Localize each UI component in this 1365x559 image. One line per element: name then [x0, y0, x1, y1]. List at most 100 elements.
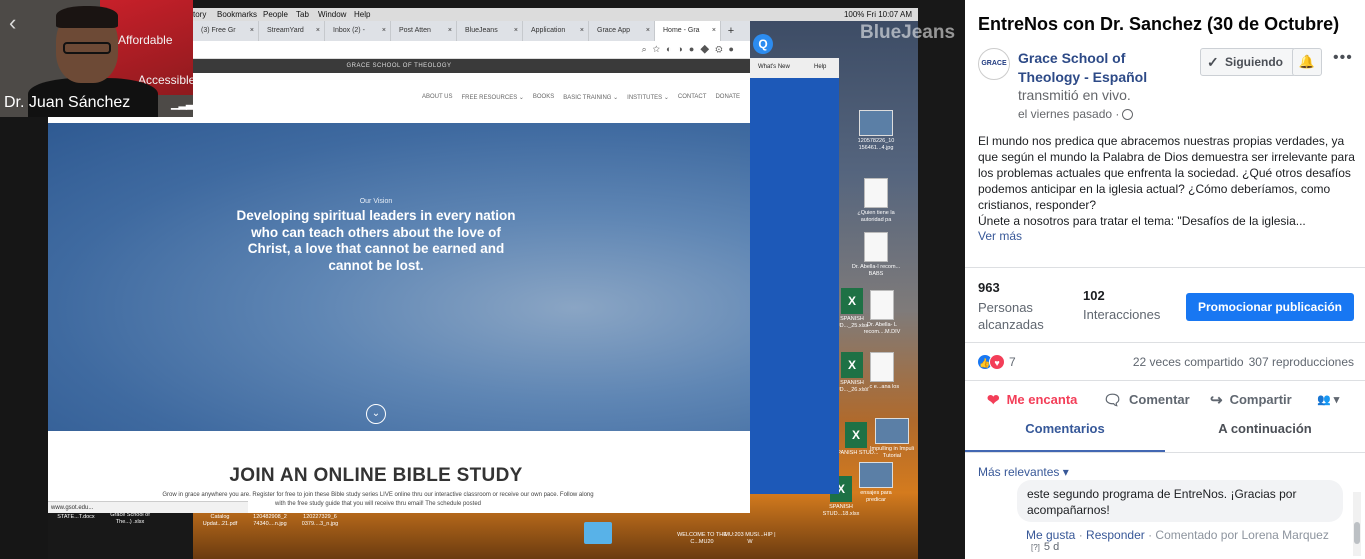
- hero-kicker: Our Vision: [359, 198, 393, 205]
- signal-bars-icon: ▁▂▃▄▅: [171, 98, 193, 110]
- more-options-icon[interactable]: •••: [1333, 49, 1353, 67]
- comments-scrollbar[interactable]: [1353, 492, 1361, 556]
- reach-count: 963: [978, 280, 1000, 295]
- divider: [965, 342, 1365, 343]
- comment-reply-link[interactable]: Responder: [1086, 528, 1145, 542]
- site-nav-item: DONATE: [715, 94, 740, 100]
- browser-tab: Post Atten ×: [391, 21, 457, 41]
- share-view-stats: 22 veces compartido 307 reproducciones: [1133, 355, 1354, 369]
- menu-item: Window: [318, 10, 347, 19]
- tab-comments[interactable]: Comentarios: [965, 421, 1165, 436]
- divider: [965, 452, 1365, 453]
- comment-text: este segundo programa de EntreNos. ¡Grac…: [1027, 487, 1297, 517]
- site-hero: Our Vision Developing spiritual leaders …: [48, 123, 750, 431]
- desktop-file-icon: STATE...T.docx: [57, 514, 95, 520]
- browser-extension-icons: ⌕☆◐◑●◆⚙●: [641, 44, 740, 54]
- presenter-camera: Affordable Accessible ‹ Dr. Juan Sánchez…: [0, 0, 193, 117]
- reaction-summary[interactable]: 👍 ♥ 7: [977, 353, 1016, 371]
- desktop-file-icon: Dr. Abella- L recom....M.DIV: [856, 290, 908, 336]
- menu-item: People: [263, 10, 288, 19]
- globe-icon: [1122, 109, 1134, 120]
- site-nav-item: CONTACT: [677, 94, 707, 100]
- caret-down-icon: ▾: [1062, 465, 1069, 479]
- promote-post-button[interactable]: Promocionar publicación: [1186, 293, 1354, 321]
- desktop-file-icon: Grace School of The...) .xlsx: [110, 512, 150, 525]
- browser-tab: StreamYard ×: [259, 21, 325, 41]
- bell-icon: 🔔: [1298, 54, 1316, 69]
- hero-tagline: Developing spiritual leaders in every na…: [236, 208, 516, 273]
- browser-tab: Application ×: [523, 21, 589, 41]
- help-link: Help: [814, 64, 827, 70]
- reaction-count: 7: [1009, 354, 1016, 369]
- share-button[interactable]: ↪ Compartir: [1210, 391, 1292, 409]
- browser-tab: (3) Free Gr ×: [193, 21, 259, 41]
- screen: tory Bookmarks People Tab Window Help 10…: [0, 0, 1365, 559]
- mac-menu-bar: tory Bookmarks People Tab Window Help 10…: [193, 8, 918, 21]
- menu-item: Tab: [296, 10, 309, 19]
- chevron-left-icon: ‹: [9, 10, 17, 35]
- browser-tab-bar: (3) Free Gr × StreamYard × Inbox (2) - × Po…: [193, 21, 750, 41]
- checkmark-icon: ✓: [1207, 54, 1219, 70]
- menu-item: Help: [354, 10, 371, 19]
- menu-item: tory: [193, 10, 207, 19]
- interactions-count: 102: [1083, 288, 1105, 303]
- reach-label: Personas alcanzadas: [978, 300, 1044, 332]
- notification-bell-button[interactable]: 🔔: [1292, 48, 1322, 76]
- share-count[interactable]: 22 veces compartido: [1133, 355, 1244, 369]
- menu-item: Bookmarks: [217, 10, 258, 19]
- love-reaction-button[interactable]: ❤ Me encanta: [987, 391, 1077, 409]
- desktop-file-icon: ...c e...ana los: [856, 352, 908, 391]
- comment-actions: Me gusta · Responder · Comentado por Lor…: [1026, 528, 1329, 542]
- bluejeans-toolbar: What's New Help: [750, 58, 839, 78]
- bluejeans-logo: BlueJeans: [860, 22, 956, 43]
- divider: [965, 380, 1365, 381]
- browser-tab: Inbox (2) - ×: [325, 21, 391, 41]
- folder-icon: [572, 522, 624, 546]
- new-tab-icon: +: [727, 25, 735, 37]
- view-as-dropdown[interactable]: 👥 ▾: [1317, 393, 1339, 406]
- following-button[interactable]: ✓ Siguiendo: [1200, 48, 1296, 76]
- people-icon: 👥: [1317, 394, 1331, 406]
- site-nav-item: BOOKS: [532, 94, 555, 100]
- page-avatar[interactable]: GRACE: [978, 48, 1010, 80]
- desktop-file-icon: 120578226_10 156461...4.jpg: [850, 110, 902, 152]
- desktop-file-icon: Catalog Updat...21.pdf: [202, 514, 238, 527]
- site-nav-item: ABOUT US: [421, 94, 453, 100]
- quicktime-icon: Q: [753, 34, 773, 54]
- site-nav-item: BASIC TRAINING ⌄: [563, 95, 619, 101]
- desktop-file-icon: WELCOME TO THE C...MU20: [677, 532, 727, 545]
- live-video-player[interactable]: tory Bookmarks People Tab Window Help 10…: [0, 0, 965, 559]
- interactions-label: Interacciones: [1083, 307, 1161, 322]
- presenter-hair: [56, 6, 118, 28]
- browser-tab-active: Home - Gra ×: [655, 21, 721, 41]
- comment-author-note: Comentado por Lorena Marquez: [1155, 528, 1329, 542]
- desktop-file-icon: Impulling in Impuli Tutorial: [866, 418, 918, 460]
- whats-new-link: What's New: [758, 64, 790, 70]
- page-name-link[interactable]: Grace School of Theology - Español: [1018, 49, 1178, 87]
- site-nav-item: INSTITUTES ⌄: [627, 95, 669, 101]
- see-more-link[interactable]: Ver más: [978, 229, 1022, 243]
- presenter-name: Dr. Juan Sánchez: [4, 94, 131, 111]
- tab-up-next[interactable]: A continuación: [1165, 421, 1365, 436]
- post-timestamp[interactable]: el viernes pasado ·: [1018, 107, 1134, 121]
- bible-study-heading: JOIN AN ONLINE BIBLE STUDY: [229, 465, 523, 486]
- browser-status-url: www.gsot.edu...: [48, 501, 248, 513]
- scrollbar-thumb[interactable]: [1354, 522, 1360, 544]
- heart-icon: ❤: [987, 392, 1000, 409]
- comment-sort-dropdown[interactable]: Más relevantes ▾: [978, 465, 1069, 479]
- site-nav-item: FREE RESOURCES ⌄: [461, 95, 524, 101]
- browser-tab: Grace App ×: [589, 21, 655, 41]
- comment-like-link[interactable]: Me gusta: [1026, 528, 1075, 542]
- comment-button[interactable]: 🗨 Comentar: [1103, 391, 1190, 409]
- view-count: 307 reproducciones: [1248, 355, 1354, 369]
- divider: [965, 267, 1365, 268]
- post-description: El mundo nos predica que abracemos nuest…: [978, 134, 1355, 228]
- comment-age: [?] 5 d: [1031, 541, 1060, 553]
- live-status-text: transmitió en vivo.: [1018, 87, 1131, 103]
- browser-tab: BlueJeans ×: [457, 21, 523, 41]
- desktop-file-icon: Dr. Abella-I recom... BABS: [850, 232, 902, 278]
- post-panel: EntreNos con Dr. Sanchez (30 de Octubre)…: [965, 0, 1365, 559]
- love-reaction-icon: ♥: [989, 353, 1005, 370]
- mac-status-clock: 100% Fri 10:07 AM: [843, 10, 912, 19]
- share-icon: ↪: [1210, 392, 1223, 409]
